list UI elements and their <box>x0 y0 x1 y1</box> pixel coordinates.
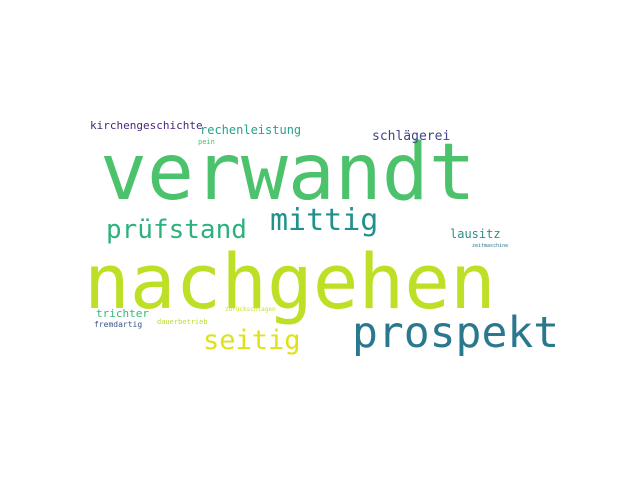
word-mittig: mittig <box>270 203 379 238</box>
word-pein: pein <box>198 138 215 146</box>
word-pruefstand: prüfstand <box>106 215 247 245</box>
word-seitig: seitig <box>203 325 301 356</box>
word-zurueckschlagen: zurückschlagen <box>225 306 276 313</box>
word-cloud: verwandt nachgehen prospekt prüfstand mi… <box>0 0 640 480</box>
word-kirchengeschichte: kirchengeschichte <box>90 119 203 132</box>
word-lausitz: lausitz <box>450 227 501 241</box>
word-dauerbetrieb: dauerbetrieb <box>157 318 208 326</box>
word-fremdartig: fremdartig <box>94 320 143 329</box>
word-schlaegerei: schlägerei <box>372 129 451 144</box>
word-trichter: trichter <box>96 307 149 320</box>
word-verwandt: verwandt <box>100 128 476 218</box>
word-rechenleistung: rechenleistung <box>200 123 302 137</box>
word-zeitmaschine: zeitmaschine <box>472 243 509 249</box>
word-prospekt: prospekt <box>352 308 560 358</box>
